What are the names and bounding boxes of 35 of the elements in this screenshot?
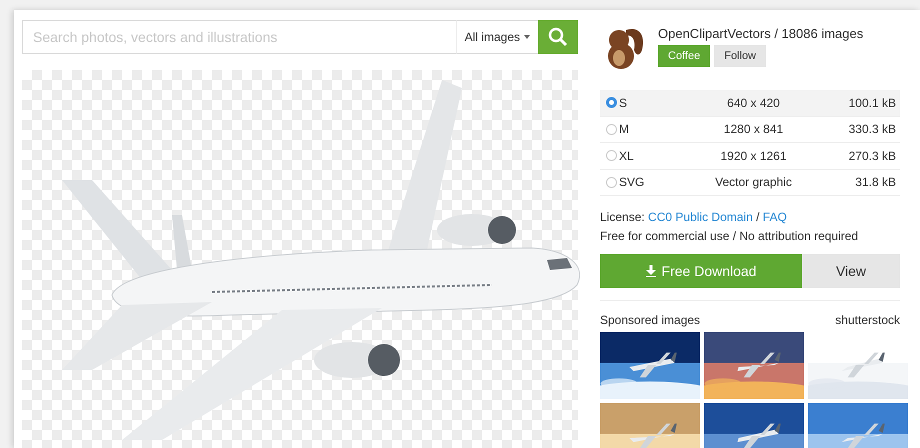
radio-button[interactable] bbox=[606, 124, 617, 135]
radio-button[interactable] bbox=[606, 150, 617, 162]
file-size-text: 31.8 kB bbox=[854, 175, 896, 190]
dimensions-text: 640 x 420 bbox=[726, 96, 781, 110]
caret-icon bbox=[524, 35, 530, 39]
search-icon bbox=[548, 27, 568, 47]
brand-logo[interactable]: shutterstock bbox=[835, 313, 900, 327]
size-label: SVG bbox=[619, 175, 644, 190]
license-label: License: bbox=[600, 210, 645, 224]
license-link[interactable]: CC0 Public Domain bbox=[648, 210, 753, 224]
dimensions-text: 1280 x 841 bbox=[722, 122, 784, 136]
radio-button[interactable] bbox=[606, 176, 617, 188]
size-option[interactable]: XL 1920 x 1261 270.3 kB bbox=[600, 143, 900, 170]
author-name[interactable]: OpenClipartVectors / 18086 images bbox=[658, 26, 864, 41]
radio-button[interactable] bbox=[606, 97, 617, 108]
size-option[interactable]: S 640 x 420 100.1 kB bbox=[600, 90, 900, 116]
file-size-text: 270.3 kB bbox=[848, 148, 896, 163]
separator-text: / bbox=[756, 210, 760, 224]
follow-button[interactable]: Follow bbox=[714, 45, 766, 67]
size-label: XL bbox=[619, 148, 634, 163]
size-option[interactable]: SVG Vector graphic 31.8 kB bbox=[600, 170, 900, 196]
download-icon bbox=[646, 265, 656, 277]
size-label: M bbox=[619, 122, 629, 136]
dimensions-text: Vector graphic bbox=[714, 175, 793, 190]
category-dropdown[interactable]: All images bbox=[456, 20, 538, 54]
view-button[interactable]: View bbox=[802, 254, 900, 288]
size-label: S bbox=[619, 96, 628, 110]
sponsored-heading: Sponsored images bbox=[600, 313, 700, 327]
search-button[interactable] bbox=[538, 20, 578, 54]
file-size-text: 100.1 kB bbox=[848, 96, 896, 110]
file-size-text: 330.3 kB bbox=[848, 122, 896, 136]
size-option[interactable]: M 1280 x 841 330.3 kB bbox=[600, 116, 900, 143]
license-note: Free for commercial use / No attribution required bbox=[600, 228, 860, 245]
faq-link[interactable]: FAQ bbox=[762, 210, 787, 224]
dimensions-text: 1920 x 1261 bbox=[719, 148, 788, 163]
